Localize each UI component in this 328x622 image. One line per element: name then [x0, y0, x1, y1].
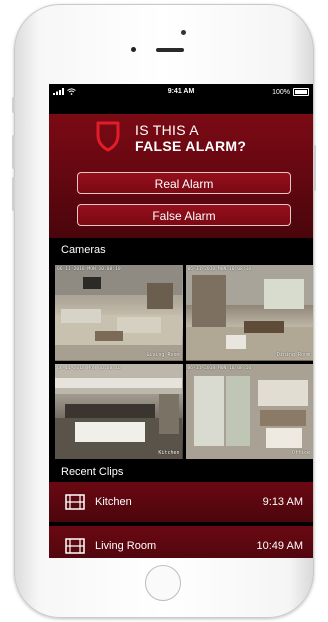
clip-row-kitchen[interactable]: Kitchen 9:13 AM [49, 482, 313, 522]
alert-title-line1: IS THIS A [135, 122, 199, 138]
clip-name: Kitchen [95, 496, 132, 508]
camera-timestamp: 06-11-2018 MON 10:08:10 [57, 267, 121, 272]
power-button [313, 145, 316, 191]
dining-room-scene [185, 265, 313, 360]
camera-timestamp: 06-11-2018 MON 10:08:10 [57, 365, 121, 371]
shield-icon [96, 121, 120, 152]
sensor-dot [131, 47, 136, 52]
battery-icon [293, 88, 309, 96]
clip-time: 10:49 AM [256, 540, 303, 552]
volume-up-button [12, 135, 15, 169]
battery-indicator: 100% [272, 88, 309, 96]
battery-percent: 100% [272, 88, 290, 96]
film-strip-icon [65, 538, 85, 554]
camera-name: Dining Room [276, 351, 310, 358]
front-camera [181, 30, 186, 35]
alert-header: IS THIS A FALSE ALARM? [49, 114, 313, 162]
home-button[interactable] [145, 565, 181, 601]
film-strip-icon [65, 494, 85, 510]
clip-time: 9:13 AM [262, 496, 303, 508]
mute-switch [12, 97, 15, 113]
clip-name: Living Room [95, 540, 157, 552]
camera-timestamp: 06-11-2018 MON 10:08:10 [187, 267, 252, 272]
office-scene [185, 363, 313, 459]
camera-feed-living-room[interactable]: 06-11-2018 MON 10:08:10 Living Room [55, 265, 183, 361]
alarm-actions: Real Alarm False Alarm [49, 162, 313, 238]
alert-title: IS THIS A FALSE ALARM? [135, 122, 246, 154]
volume-down-button [12, 177, 15, 211]
status-bar: 9:41 AM 100% [49, 84, 313, 100]
camera-name: Living Room [146, 351, 180, 358]
camera-name: Kitchen [158, 450, 180, 456]
earpiece-speaker [156, 48, 184, 52]
camera-feed-dining-room[interactable]: 06-11-2018 MON 10:08:10 Dining Room [185, 265, 313, 361]
kitchen-scene [55, 363, 182, 459]
clip-row-living-room[interactable]: Living Room 10:49 AM [49, 526, 313, 558]
alert-title-line2: FALSE ALARM? [135, 138, 247, 154]
camera-feed-kitchen[interactable]: 06-11-2018 MON 10:08:10 Kitchen [55, 363, 183, 459]
app-screen: 9:41 AM 100% IS THIS A FALSE ALARM? Real… [49, 84, 313, 558]
false-alarm-button[interactable]: False Alarm [77, 204, 291, 226]
camera-feed-office[interactable]: 06-11-2018 MON 10:08:10 Office [185, 363, 313, 459]
real-alarm-button[interactable]: Real Alarm [77, 172, 291, 194]
camera-name: Office [291, 450, 310, 456]
recent-clips-heading: Recent Clips [61, 466, 124, 478]
camera-timestamp: 06-11-2018 MON 10:08:10 [187, 365, 252, 371]
phone-frame: 9:41 AM 100% IS THIS A FALSE ALARM? Real… [12, 4, 316, 618]
camera-grid: 06-11-2018 MON 10:08:10 Living Room 06-1… [55, 265, 313, 459]
cameras-heading: Cameras [61, 244, 106, 256]
living-room-scene [55, 265, 182, 360]
